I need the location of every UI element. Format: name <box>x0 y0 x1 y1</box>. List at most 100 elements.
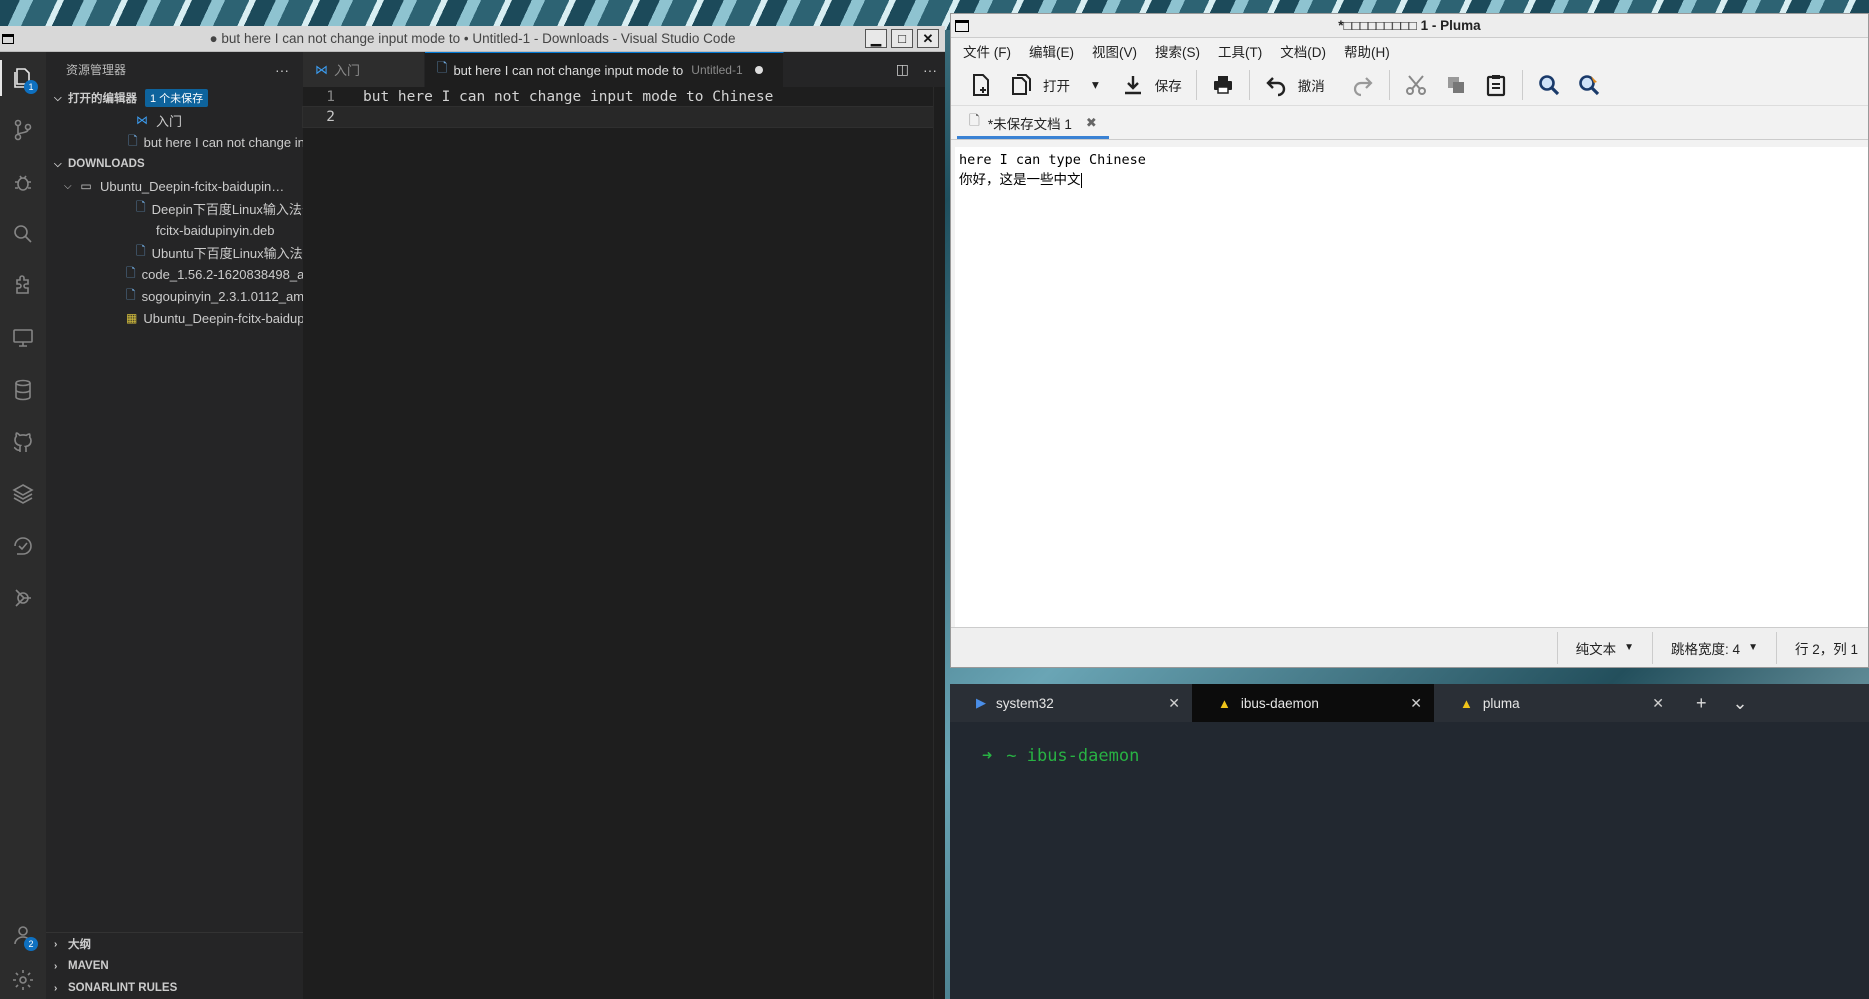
editor-tabs: ⋈ 入门 🗋 but here I can not change input m… <box>303 52 945 87</box>
menu-documents[interactable]: 文档(D) <box>1280 41 1326 61</box>
save-button[interactable]: 保存 <box>1113 67 1190 103</box>
sidebar-title: 资源管理器 <box>66 63 127 77</box>
open-icon <box>1012 73 1031 95</box>
tab-system32[interactable]: ▶ system32 ✕ <box>950 684 1192 722</box>
find-button[interactable] <box>1529 67 1569 103</box>
outline-section[interactable]: › 大纲 <box>46 933 303 955</box>
open-editor-item[interactable]: 🗋 but here I can not change inp… <box>46 131 303 153</box>
minimize-button[interactable]: ▁ <box>865 29 887 48</box>
tab-width-dropdown[interactable]: 跳格宽度: 4 ▼ <box>1652 631 1776 664</box>
file-item[interactable]: 🗋 Ubuntu下百度Linux输入法安… <box>46 241 303 263</box>
cut-icon <box>1405 74 1426 95</box>
line-number: 2 <box>326 109 335 125</box>
stack-icon[interactable] <box>0 468 46 520</box>
vertical-scrollbar[interactable] <box>933 87 945 999</box>
print-button[interactable] <box>1203 67 1243 103</box>
window-menu-icon[interactable] <box>2 33 14 44</box>
copy-icon <box>1447 76 1464 93</box>
testing-icon[interactable] <box>0 520 46 572</box>
debug-icon[interactable] <box>0 156 46 208</box>
close-button[interactable]: ✕ <box>917 29 939 48</box>
tab-pluma[interactable]: ▲ pluma ✕ <box>1434 684 1676 722</box>
new-tab-button[interactable]: + <box>1696 693 1707 714</box>
more-actions-button[interactable]: ··· <box>275 62 289 78</box>
open-button[interactable]: 打开 <box>1001 67 1078 103</box>
copy-button[interactable] <box>1436 67 1476 103</box>
pluma-window-title: *□□□□□□□□□ 1 - Pluma <box>1338 18 1481 33</box>
syntax-mode-label: 纯文本 <box>1575 641 1617 657</box>
paste-button[interactable] <box>1476 67 1516 103</box>
settings-gear-icon[interactable] <box>0 961 46 999</box>
file-item[interactable]: fcitx-baidupinyin.deb <box>46 219 303 241</box>
sonarlint-section[interactable]: › SONARLINT RULES <box>46 977 303 999</box>
vscode-titlebar[interactable]: ● but here I can not change input mode t… <box>0 26 945 52</box>
tab-label: pluma <box>1482 695 1520 711</box>
tab-dropdown-button[interactable]: ⌄ <box>1733 693 1748 714</box>
tab-welcome[interactable]: ⋈ 入门 <box>303 52 425 87</box>
database-icon[interactable] <box>0 364 46 416</box>
file-item[interactable]: 🗋 sogoupinyin_2.3.1.0112_amd6… <box>46 285 303 307</box>
split-editor-icon[interactable]: ◫ <box>896 61 909 78</box>
chevron-down-icon: ⌵ <box>64 180 72 192</box>
close-tab-icon[interactable]: ✕ <box>1168 695 1180 712</box>
open-editors-section[interactable]: ⌵ 打开的编辑器 1 个未保存 <box>46 87 303 109</box>
new-document-button[interactable] <box>961 67 1001 103</box>
menu-view[interactable]: 视图(V) <box>1092 41 1137 61</box>
menu-edit[interactable]: 编辑(E) <box>1029 41 1074 61</box>
maven-section[interactable]: › MAVEN <box>46 955 303 977</box>
remote-explorer-icon[interactable] <box>0 312 46 364</box>
undo-button[interactable]: 撤消 <box>1256 67 1333 103</box>
terminal-output[interactable]: ➜ ~ ibus-daemon <box>950 722 1869 766</box>
redo-button[interactable] <box>1343 67 1383 103</box>
file-label: fcitx-baidupinyin.deb <box>156 222 275 238</box>
downloads-section[interactable]: ⌵ DOWNLOADS <box>46 153 303 175</box>
open-recent-dropdown[interactable]: ▾ <box>1078 67 1113 103</box>
accounts-icon[interactable]: 2 <box>0 909 46 961</box>
tab-untitled-1[interactable]: 🗋 but here I can not change input mode t… <box>425 52 784 87</box>
tab-untitled-document-1[interactable]: 🗋 *未保存文档 1 ✖ <box>957 109 1109 139</box>
file-label: Deepin下百度Linux输入法安… <box>151 201 303 217</box>
close-tab-icon[interactable]: ✕ <box>1410 695 1422 712</box>
file-icon: 🗋 <box>128 133 138 148</box>
source-control-icon[interactable] <box>0 104 46 156</box>
vscode-window: ● but here I can not change input mode t… <box>0 26 945 999</box>
file-item[interactable]: 🗋 Deepin下百度Linux输入法安… <box>46 197 303 219</box>
pluma-titlebar[interactable]: *□□□□□□□□□ 1 - Pluma <box>951 14 1868 38</box>
folder-item[interactable]: ⌵ ▭ Ubuntu_Deepin-fcitx-baidupin… <box>46 175 303 197</box>
file-item[interactable]: 🗋 code_1.56.2-1620838498_amd… <box>46 263 303 285</box>
maximize-button[interactable]: □ <box>891 29 913 48</box>
close-tab-icon[interactable]: ✕ <box>1652 695 1664 712</box>
find-replace-button[interactable] <box>1569 67 1609 103</box>
folder-open-icon: ▭ <box>80 179 92 193</box>
unsaved-dot-icon[interactable] <box>754 66 763 74</box>
file-item[interactable]: ▦ Ubuntu_Deepin-fcitx-baidupin… <box>46 307 303 329</box>
github-icon[interactable] <box>0 416 46 468</box>
explorer-icon[interactable]: 1 <box>0 52 46 104</box>
file-label: sogoupinyin_2.3.1.0112_amd6… <box>141 288 303 304</box>
save-icon <box>1124 75 1141 94</box>
caret-down-icon: ▼ <box>1748 642 1758 653</box>
menu-search[interactable]: 搜索(S) <box>1155 41 1200 61</box>
accounts-badge: 2 <box>24 937 38 951</box>
cut-button[interactable] <box>1396 67 1436 103</box>
open-editor-item[interactable]: ⋈ 入门 <box>46 109 303 131</box>
file-label: Ubuntu_Deepin-fcitx-baidupin… <box>143 310 303 326</box>
menu-tools[interactable]: 工具(T) <box>1218 41 1262 61</box>
toolbar-separator <box>1195 69 1197 100</box>
extensions-icon[interactable] <box>0 260 46 312</box>
timeline-icon[interactable] <box>0 572 46 624</box>
code-editor[interactable]: 1 but here I can not change input mode t… <box>302 87 934 999</box>
tab-ibus-daemon[interactable]: ▲ ibus-daemon ✕ <box>1192 684 1434 722</box>
syntax-mode-dropdown[interactable]: 纯文本 ▼ <box>1556 631 1652 664</box>
tab-width-label: 跳格宽度: 4 <box>1671 641 1741 657</box>
terminal-tabs: ▶ system32 ✕ ▲ ibus-daemon ✕ ▲ pluma ✕ +… <box>950 684 1869 722</box>
file-label: code_1.56.2-1620838498_amd… <box>141 266 303 282</box>
text-area[interactable]: here I can type Chinese 你好，这是一些中文 <box>951 147 1868 629</box>
more-actions-icon[interactable]: ··· <box>923 62 937 78</box>
new-document-icon <box>973 73 989 96</box>
close-tab-icon[interactable]: ✖ <box>1086 115 1097 131</box>
menu-help[interactable]: 帮助(H) <box>1344 41 1390 61</box>
menu-file[interactable]: 文件 (F) <box>963 41 1011 61</box>
toolbar-separator <box>1521 69 1523 100</box>
search-icon[interactable] <box>0 208 46 260</box>
